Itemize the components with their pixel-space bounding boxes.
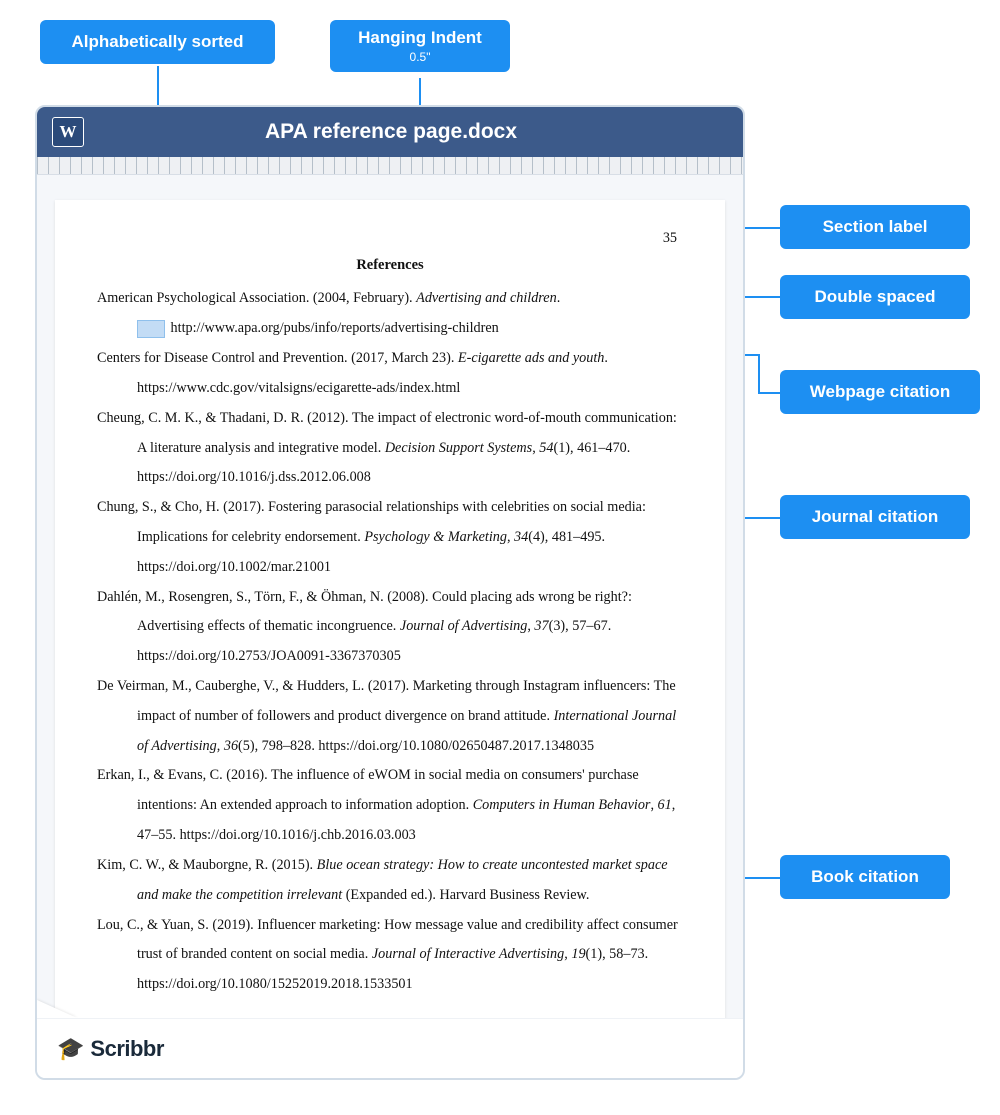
reference-entry: Centers for Disease Control and Preventi… <box>97 344 683 404</box>
references-heading: References <box>97 250 683 280</box>
ref-italic: Psychology & Marketing <box>364 529 507 545</box>
ref-italic: 34 <box>514 529 528 545</box>
double-spaced-callout: Double spaced <box>780 275 970 319</box>
ref-italic: 61 <box>658 797 672 813</box>
ref-url: http://www.apa.org/pubs/info/reports/adv… <box>171 320 499 336</box>
ref-text: (Expanded ed.). Harvard Business Review. <box>342 887 589 903</box>
ref-italic: Advertising and children <box>416 290 557 306</box>
ref-text: , <box>507 529 514 545</box>
reference-entry: De Veirman, M., Cauberghe, V., & Hudders… <box>97 672 683 761</box>
ref-italic: 54 <box>539 440 553 456</box>
page-fold <box>37 1000 77 1018</box>
book-citation-callout: Book citation <box>780 855 950 899</box>
ref-text: . <box>557 290 561 306</box>
logo-text: Scribbr <box>90 1036 164 1062</box>
reference-entry: Chung, S., & Cho, H. (2017). Fostering p… <box>97 493 683 582</box>
ref-text: (5), 798–828. https://doi.org/10.1080/02… <box>238 738 594 754</box>
hanging-indent-label: Hanging Indent <box>350 28 490 48</box>
logo-area: 🎓 Scribbr <box>37 1018 743 1078</box>
reference-entry: Erkan, I., & Evans, C. (2016). The influ… <box>97 761 683 850</box>
reference-entry: Dahlén, M., Rosengren, S., Törn, F., & Ö… <box>97 583 683 672</box>
ref-italic: Decision Support Systems <box>385 440 532 456</box>
webpage-citation-callout: Webpage citation <box>780 370 980 414</box>
reference-entry: Lou, C., & Yuan, S. (2019). Influencer m… <box>97 911 683 1000</box>
ref-url: https://www.cdc.gov/vitalsigns/ecigarett… <box>137 380 460 396</box>
word-icon: W <box>52 117 84 147</box>
page-number: 35 <box>663 224 677 254</box>
connector-line <box>758 354 760 392</box>
section-label-callout: Section label <box>780 205 970 249</box>
ref-text: . <box>604 350 608 366</box>
ref-italic: 19 <box>571 946 585 962</box>
hanging-indent-callout: Hanging Indent 0.5" <box>330 20 510 72</box>
ref-italic: Computers in Human Behavior <box>473 797 651 813</box>
connector-line <box>758 392 780 394</box>
ref-text: American Psychological Association. (200… <box>97 290 416 306</box>
graduation-cap-icon: 🎓 <box>57 1036 84 1062</box>
ref-text: Centers for Disease Control and Preventi… <box>97 350 458 366</box>
ref-text: , <box>217 738 224 754</box>
document-page: 35 References American Psychological Ass… <box>55 200 725 1080</box>
reference-entry: American Psychological Association. (200… <box>97 284 683 344</box>
scribbr-logo: 🎓 Scribbr <box>57 1036 164 1062</box>
hanging-indent-sub: 0.5" <box>350 50 490 64</box>
ref-italic: Journal of Interactive Advertising <box>372 946 564 962</box>
document-frame: W APA reference page.docx 35 References … <box>35 105 745 1080</box>
journal-citation-callout: Journal citation <box>780 495 970 539</box>
reference-entry: Cheung, C. M. K., & Thadani, D. R. (2012… <box>97 404 683 493</box>
connector-line <box>741 877 780 879</box>
ruler <box>37 157 743 175</box>
document-title: APA reference page.docx <box>84 120 698 144</box>
document-header: W APA reference page.docx <box>37 107 743 157</box>
indent-highlight-box <box>137 320 165 338</box>
ref-italic: 37 <box>534 618 548 634</box>
ref-italic: 36 <box>224 738 238 754</box>
ref-italic: E-cigarette ads and youth <box>458 350 604 366</box>
ref-italic: Journal of Advertising <box>400 618 527 634</box>
alpha-sorted-callout: Alphabetically sorted <box>40 20 275 64</box>
ref-text: , <box>650 797 657 813</box>
ref-text: Kim, C. W., & Mauborgne, R. (2015). <box>97 857 317 873</box>
reference-entry: Kim, C. W., & Mauborgne, R. (2015). Blue… <box>97 851 683 911</box>
